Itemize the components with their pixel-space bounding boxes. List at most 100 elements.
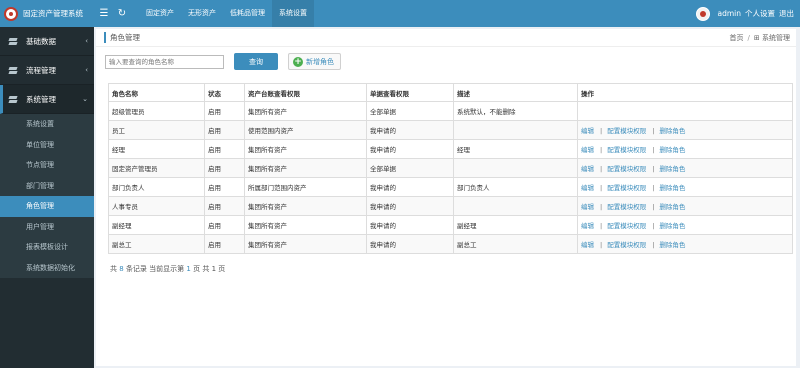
- cell-asset-permission: 集团所有资产: [244, 139, 367, 159]
- col-header-role-name[interactable]: 角色名称: [108, 83, 205, 102]
- query-button[interactable]: 查询: [234, 53, 278, 70]
- sidebar-item-department-management[interactable]: 部门管理: [0, 176, 94, 197]
- cell-asset-permission: 集团所有资产: [244, 215, 367, 235]
- action-separator: |: [600, 165, 603, 173]
- stack-icon: [9, 38, 18, 45]
- sidebar-item-node-management[interactable]: 节点管理: [0, 155, 94, 176]
- brand[interactable]: 固定资产管理系统: [0, 0, 95, 27]
- breadcrumb-home[interactable]: 首页: [730, 34, 744, 42]
- table-row[interactable]: 固定资产管理员 启用 集团所有资产 全部单据 编辑 | 配置模块权限 | 删除角色: [108, 158, 793, 178]
- sidebar-item-data-init[interactable]: 系统数据初始化: [0, 258, 94, 279]
- delete-role-link[interactable]: 删除角色: [659, 165, 685, 173]
- table-row[interactable]: 副经理 启用 集团所有资产 我申请的 副经理 编辑 | 配置模块权限 | 删除角色: [108, 215, 793, 235]
- roles-table: 角色名称 状态 资产台账查看权限 单据查看权限 描述 操作 超级管理员 启用 集团所…: [108, 83, 793, 254]
- add-role-button[interactable]: + 新增角色: [288, 53, 341, 70]
- cell-role-name: 副经理: [108, 215, 205, 235]
- personal-settings-link[interactable]: 个人设置: [745, 8, 775, 19]
- configure-permissions-link[interactable]: 配置模块权限: [607, 165, 646, 173]
- sidebar: 基础数据 ‹ 流程管理 ‹ 系统管理 ⌄ 系统设置 单位管理 节点管理 部门管理…: [0, 27, 94, 368]
- delete-role-link[interactable]: 删除角色: [659, 146, 685, 154]
- cell-status: 启用: [204, 234, 245, 254]
- stack-icon: [9, 67, 18, 74]
- content-area: 角色管理 首页/⊞ 系统管理 查询 + 新增角色 角色名称 状态 资产台: [94, 27, 800, 368]
- col-header-document-permission[interactable]: 单据查看权限: [366, 83, 454, 102]
- delete-role-link[interactable]: 删除角色: [659, 127, 685, 135]
- table-row[interactable]: 员工 启用 使用范围内资产 我申请的 编辑 | 配置模块权限 | 删除角色: [108, 120, 793, 140]
- cell-document-permission: 我申请的: [366, 177, 454, 197]
- title-row: 角色管理 首页 / ⊞ 系统管理: [96, 29, 796, 47]
- top-nav-system-settings[interactable]: 系统设置: [272, 0, 314, 27]
- app-logo-icon: [4, 6, 18, 21]
- cell-status: 启用: [204, 215, 245, 235]
- delete-role-link[interactable]: 删除角色: [659, 203, 685, 211]
- edit-link[interactable]: 编辑: [581, 203, 594, 211]
- logout-link[interactable]: 退出: [779, 8, 794, 19]
- edit-link[interactable]: 编辑: [581, 241, 594, 249]
- edit-link[interactable]: 编辑: [581, 222, 594, 230]
- configure-permissions-link[interactable]: 配置模块权限: [607, 222, 646, 230]
- table-row[interactable]: 部门负责人 启用 所属部门范围内资产 我申请的 部门负责人 编辑 | 配置模块权限 | 删除角色: [108, 177, 793, 197]
- configure-permissions-link[interactable]: 配置模块权限: [607, 127, 646, 135]
- top-nav-intangible-assets[interactable]: 无形资产: [181, 0, 223, 27]
- user-avatar-icon[interactable]: [695, 6, 710, 21]
- pagination-text: 页: [218, 265, 226, 273]
- sidebar-item-unit-management[interactable]: 单位管理: [0, 135, 94, 156]
- current-page: 1: [186, 265, 191, 273]
- edit-link[interactable]: 编辑: [581, 146, 594, 154]
- pagination-text: 共: [110, 265, 117, 273]
- table-row[interactable]: 超级管理员 启用 集团所有资产 全部单据 系统默认，不能删除: [108, 101, 793, 121]
- sidebar-menu-label: 系统管理: [26, 94, 56, 104]
- sidebar-menu-system[interactable]: 系统管理 ⌄: [0, 85, 94, 114]
- edit-link[interactable]: 编辑: [581, 184, 594, 192]
- configure-permissions-link[interactable]: 配置模块权限: [607, 146, 646, 154]
- col-header-status[interactable]: 状态: [204, 83, 245, 102]
- table-row[interactable]: 经理 启用 集团所有资产 我申请的 经理 编辑 | 配置模块权限 | 删除角色: [108, 139, 793, 159]
- sidebar-item-report-template[interactable]: 报表模板设计: [0, 237, 94, 258]
- cell-description: 副总工: [453, 234, 578, 254]
- top-nav-fixed-assets[interactable]: 固定资产: [139, 0, 181, 27]
- chevron-left-icon: ‹: [85, 66, 88, 74]
- edit-link[interactable]: 编辑: [581, 165, 594, 173]
- delete-role-link[interactable]: 删除角色: [659, 222, 685, 230]
- username[interactable]: admin: [718, 9, 742, 18]
- cell-actions: 编辑 | 配置模块权限 | 删除角色: [577, 196, 793, 216]
- cell-document-permission: 我申请的: [366, 139, 454, 159]
- cell-document-permission: 我申请的: [366, 234, 454, 254]
- total-count: 8: [119, 265, 124, 273]
- configure-permissions-link[interactable]: 配置模块权限: [607, 241, 646, 249]
- top-nav: 固定资产 无形资产 低耗品管理 系统设置: [139, 0, 314, 27]
- cell-status: 启用: [204, 139, 245, 159]
- search-bar: 查询 + 新增角色: [105, 53, 341, 70]
- menu-toggle-icon[interactable]: ☰: [95, 0, 113, 27]
- edit-link[interactable]: 编辑: [581, 127, 594, 135]
- cell-role-name: 超级管理员: [108, 101, 205, 121]
- delete-role-link[interactable]: 删除角色: [659, 241, 685, 249]
- top-nav-consumables[interactable]: 低耗品管理: [223, 0, 272, 27]
- sidebar-menu-label: 流程管理: [26, 65, 56, 75]
- chevron-left-icon: ‹: [85, 37, 88, 45]
- cell-description: [453, 196, 578, 216]
- delete-role-link[interactable]: 删除角色: [659, 184, 685, 192]
- sidebar-menu-basic-data[interactable]: 基础数据 ‹: [0, 27, 94, 56]
- action-separator: |: [600, 146, 603, 154]
- cell-status: 启用: [204, 177, 245, 197]
- table-row[interactable]: 副总工 启用 集团所有资产 我申请的 副总工 编辑 | 配置模块权限 | 删除角色: [108, 234, 793, 254]
- configure-permissions-link[interactable]: 配置模块权限: [607, 184, 646, 192]
- main-panel: 角色管理 首页/⊞ 系统管理 查询 + 新增角色 角色名称 状态 资产台: [96, 29, 796, 366]
- sidebar-menu-workflow[interactable]: 流程管理 ‹: [0, 56, 94, 85]
- table-row[interactable]: 人事专员 启用 集团所有资产 我申请的 编辑 | 配置模块权限 | 删除角色: [108, 196, 793, 216]
- configure-permissions-link[interactable]: 配置模块权限: [607, 203, 646, 211]
- col-header-description[interactable]: 描述: [453, 83, 578, 102]
- refresh-icon[interactable]: ↻: [113, 0, 131, 27]
- col-header-asset-permission[interactable]: 资产台账查看权限: [244, 83, 367, 102]
- sidebar-item-system-settings[interactable]: 系统设置: [0, 114, 94, 135]
- col-header-actions: 操作: [577, 83, 793, 102]
- cell-description: 经理: [453, 139, 578, 159]
- cell-description: [453, 120, 578, 140]
- cell-actions: 编辑 | 配置模块权限 | 删除角色: [577, 215, 793, 235]
- sidebar-item-role-management[interactable]: 角色管理: [0, 196, 94, 217]
- search-input[interactable]: [105, 54, 224, 69]
- cell-description: [453, 158, 578, 178]
- sidebar-item-user-management[interactable]: 用户管理: [0, 217, 94, 238]
- cell-asset-permission: 集团所有资产: [244, 158, 367, 178]
